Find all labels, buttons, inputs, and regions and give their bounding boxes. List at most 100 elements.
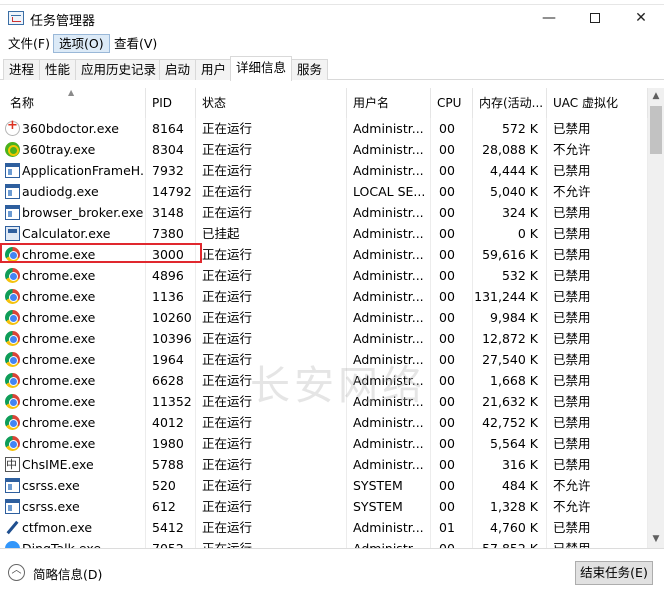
process-pid: 11352 — [146, 391, 196, 412]
menu-view[interactable]: 查看(V) — [109, 34, 162, 53]
table-row[interactable]: chrome.exe 1980 正在运行 Administr... 00 5,564 K已… — [0, 433, 648, 454]
process-status: 正在运行 — [196, 286, 347, 307]
tab-services[interactable]: 服务 — [291, 59, 329, 80]
process-memory: 324 K — [473, 202, 547, 223]
column-header-cpu[interactable]: CPU — [431, 88, 473, 118]
process-name: csrss.exe — [0, 475, 146, 496]
chrome-icon — [5, 310, 20, 325]
360doctor-icon — [5, 118, 20, 136]
process-cpu: 00 — [431, 370, 473, 391]
process-cpu: 00 — [431, 307, 473, 328]
window-icon — [5, 499, 20, 514]
process-pid: 1980 — [146, 433, 196, 454]
process-memory: 1,328 K — [473, 496, 547, 517]
tab-app-history[interactable]: 应用历史记录 — [75, 59, 163, 80]
table-row[interactable]: chrome.exe 10396 正在运行 Administr... 00 12,872 … — [0, 328, 648, 349]
column-header-status[interactable]: 状态 — [196, 88, 347, 118]
tab-startup[interactable]: 启动 — [159, 59, 197, 80]
process-uac: 不允许 — [547, 181, 648, 202]
table-row[interactable]: chrome.exe 4896 正在运行 Administr... 00 532 K 已禁用 — [0, 265, 648, 286]
tab-details[interactable]: 详细信息 — [230, 56, 293, 81]
column-header-uac-virtualization[interactable]: UAC 虚拟化 — [547, 88, 648, 118]
process-pid: 1964 — [146, 349, 196, 370]
table-row[interactable]: chrome.exe 1136 正在运行 Administr... 00 131,244 … — [0, 286, 648, 307]
vertical-scrollbar[interactable]: ▲ ▼ — [648, 88, 664, 548]
process-username: Administr... — [347, 433, 431, 454]
process-cpu: 00 — [431, 286, 473, 307]
column-header-username[interactable]: 用户名 — [347, 88, 431, 118]
table-row[interactable]: chrome.exe 4012 正在运行 Administr... 00 42,752 K… — [0, 412, 648, 433]
table-row[interactable]: browser_broker.exe 3148 正在运行 Administr... 00… — [0, 202, 648, 223]
process-username: Administr... — [347, 517, 431, 538]
process-pid: 5788 — [146, 454, 196, 475]
table-row[interactable]: ChsIME.exe 5788 正在运行 Administr... 00 316 K 已禁用 — [0, 454, 648, 475]
table-row[interactable]: chrome.exe 10260 正在运行 Administr... 00 9,984 K… — [0, 307, 648, 328]
process-status: 正在运行 — [196, 307, 347, 328]
scroll-thumb[interactable] — [650, 106, 662, 154]
table-row[interactable]: 360bdoctor.exe 8164 正在运行 Administr... 00 572 … — [0, 118, 648, 139]
process-username: Administr... — [347, 139, 431, 160]
window-icon — [5, 184, 20, 199]
task-manager-icon — [8, 11, 24, 25]
tab-users[interactable]: 用户 — [195, 59, 233, 80]
process-name: chrome.exe — [0, 286, 146, 307]
process-name: chrome.exe — [0, 328, 146, 349]
process-memory: 28,088 K — [473, 139, 547, 160]
process-cpu: 00 — [431, 181, 473, 202]
process-username: Administr... — [347, 307, 431, 328]
table-row[interactable]: 360tray.exe 8304 正在运行 Administr... 00 28,088 … — [0, 139, 648, 160]
table-row[interactable]: audiodg.exe 14792 正在运行 LOCAL SE... 00 5,040 K… — [0, 181, 648, 202]
table-row[interactable]: DingTalk.exe7052正在运行Administr...0057,852… — [0, 538, 648, 548]
end-task-button[interactable]: 结束任务(E) — [575, 561, 653, 585]
calculator-icon — [5, 226, 20, 241]
column-header-name[interactable]: 名称 — [0, 88, 146, 118]
tab-performance[interactable]: 性能 — [39, 59, 77, 80]
process-pid: 10396 — [146, 328, 196, 349]
process-memory: 12,872 K — [473, 328, 547, 349]
table-row[interactable]: chrome.exe 1964 正在运行 Administr... 00 27,540 K… — [0, 349, 648, 370]
process-pid: 3148 — [146, 202, 196, 223]
process-status: 正在运行 — [196, 391, 347, 412]
table-row[interactable]: ApplicationFrameH... 7932 正在运行 Administr...… — [0, 160, 648, 181]
process-memory: 57,852 K — [473, 538, 547, 548]
process-username: Administr... — [347, 118, 431, 139]
column-header-pid[interactable]: PID — [146, 88, 196, 118]
process-memory: 572 K — [473, 118, 547, 139]
tab-processes[interactable]: 进程 — [3, 59, 41, 80]
maximize-button[interactable] — [572, 5, 618, 32]
window-icon — [5, 205, 20, 220]
table-row[interactable]: chrome.exe 6628 正在运行 Administr... 00 1,668 K已… — [0, 370, 648, 391]
column-header-memory[interactable]: 内存(活动... — [473, 88, 547, 118]
chrome-icon — [5, 394, 20, 409]
process-username: Administr... — [347, 160, 431, 181]
chrome-icon — [5, 268, 20, 283]
menu-file[interactable]: 文件(F) — [3, 34, 55, 53]
process-uac: 不允许 — [547, 475, 648, 496]
process-name: audiodg.exe — [0, 181, 146, 202]
process-name: Calculator.exe — [0, 223, 146, 244]
menu-options[interactable]: 选项(O) — [53, 34, 110, 53]
table-row[interactable]: Calculator.exe 7380 已挂起 Administr... 00 0 K 已禁… — [0, 223, 648, 244]
table-row[interactable]: csrss.exe 520 正在运行 SYSTEM 00 484 K 不允许 — [0, 475, 648, 496]
process-username: Administr... — [347, 412, 431, 433]
process-username: Administr... — [347, 328, 431, 349]
process-username: LOCAL SE... — [347, 181, 431, 202]
scroll-down-icon[interactable]: ▼ — [648, 531, 664, 548]
process-cpu: 00 — [431, 496, 473, 517]
process-status: 已挂起 — [196, 223, 347, 244]
table-row[interactable]: chrome.exe 11352 正在运行 Administr... 00 21,632 … — [0, 391, 648, 412]
process-status: 正在运行 — [196, 370, 347, 391]
process-pid: 14792 — [146, 181, 196, 202]
process-uac: 已禁用 — [547, 454, 648, 475]
table-row[interactable]: csrss.exe 612 正在运行 SYSTEM 00 1,328 K 不允许 — [0, 496, 648, 517]
close-button[interactable]: ✕ — [618, 5, 664, 32]
process-uac: 不允许 — [547, 139, 648, 160]
process-pid: 1136 — [146, 286, 196, 307]
process-name: ApplicationFrameH... — [0, 160, 146, 181]
scroll-up-icon[interactable]: ▲ — [648, 88, 664, 105]
process-memory: 59,616 K — [473, 244, 547, 265]
process-username: Administr... — [347, 349, 431, 370]
process-username: Administr... — [347, 202, 431, 223]
minimize-button[interactable]: — — [526, 5, 572, 32]
table-row[interactable]: ctfmon.exe 5412 正在运行 Administr... 01 4,760 K已… — [0, 517, 648, 538]
